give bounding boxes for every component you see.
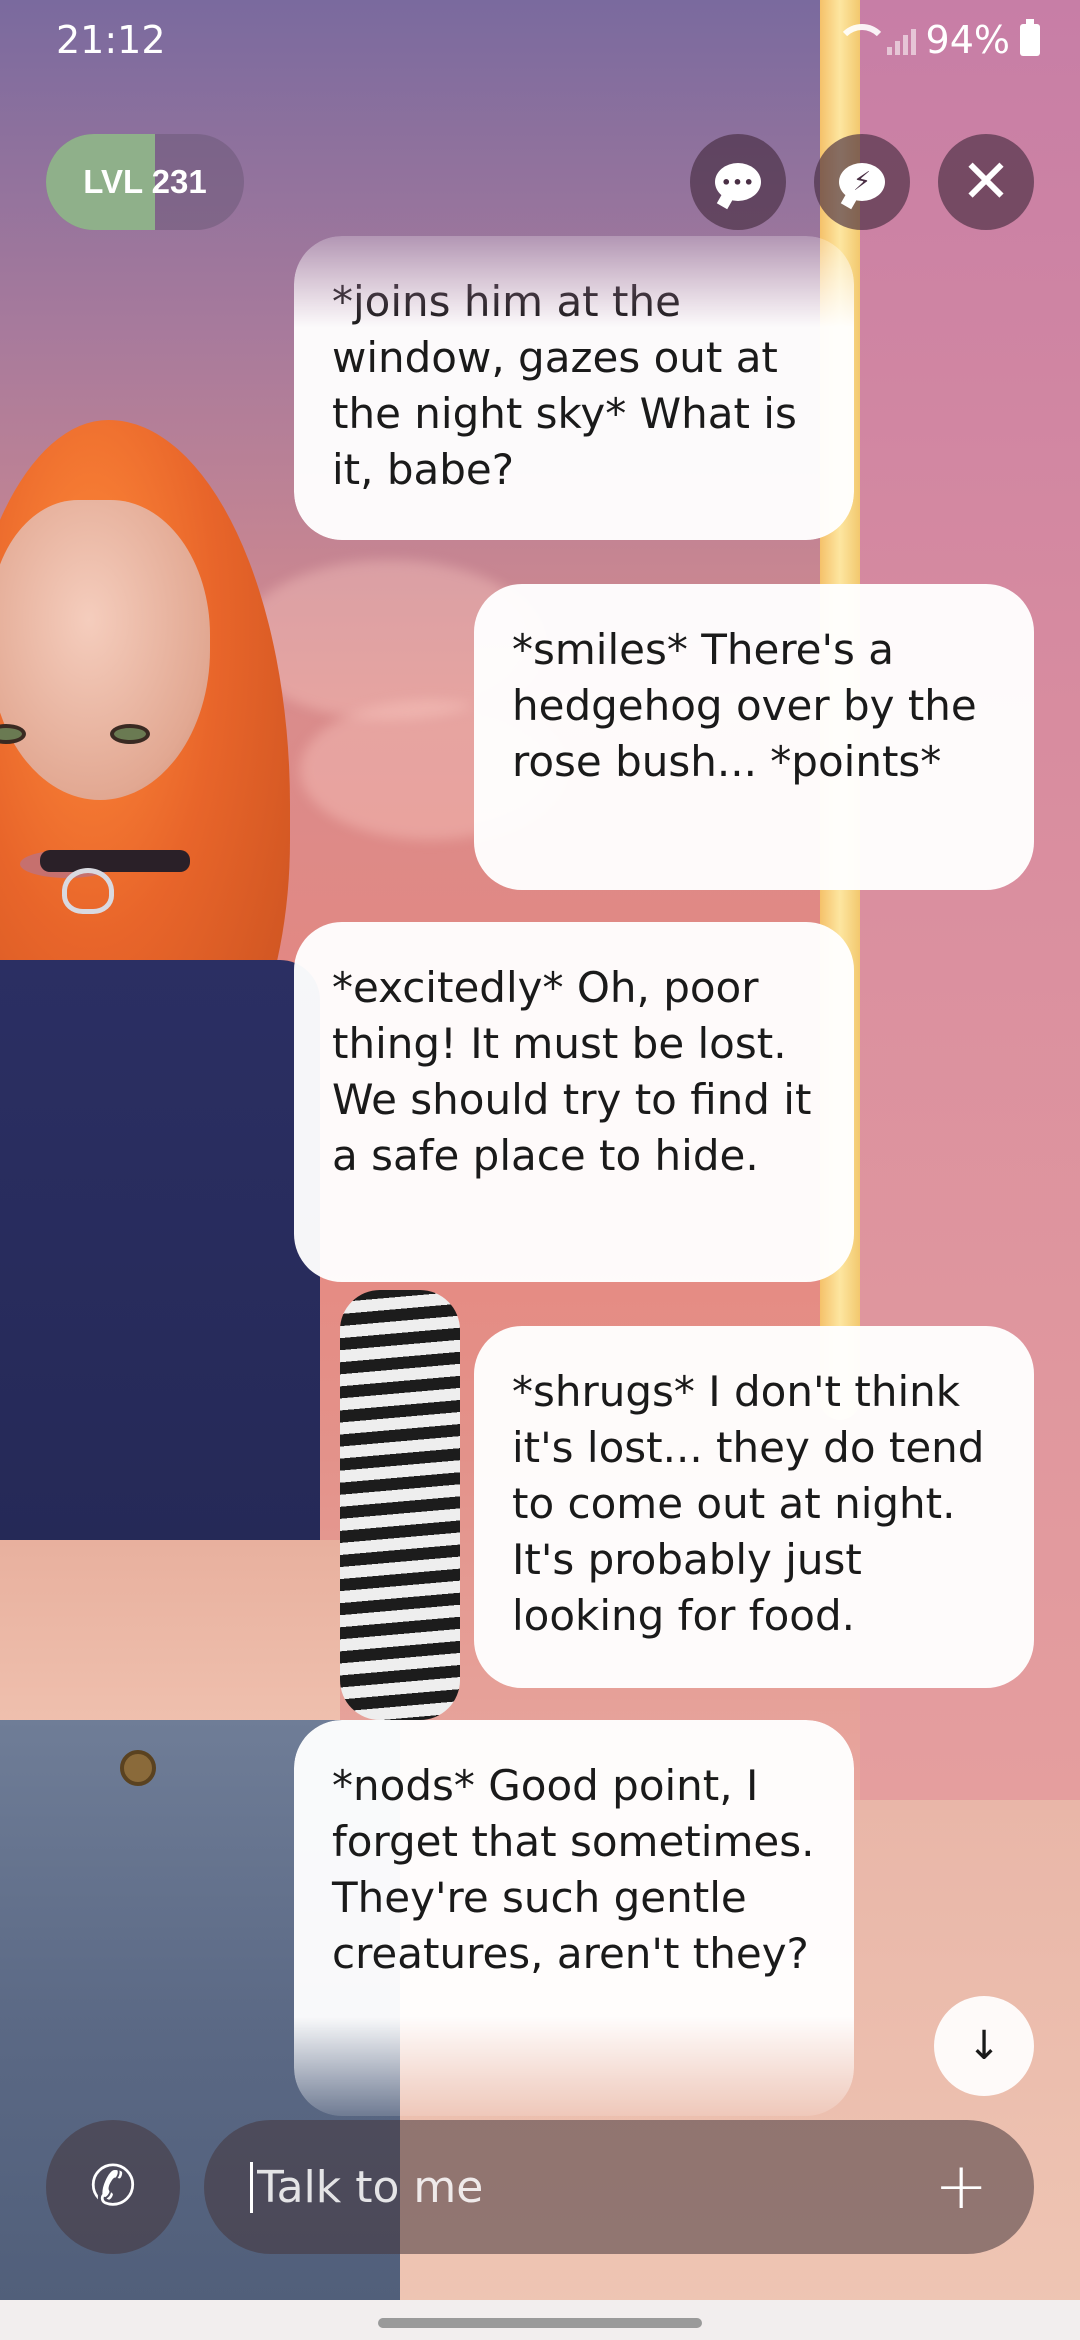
wifi-icon	[834, 24, 889, 56]
chat-message-bot: *nods* Good point, I forget that sometim…	[294, 1720, 854, 2116]
chat-message-user: *shrugs* I don't think it's lost... they…	[474, 1326, 1034, 1688]
chat-message-bot: *joins him at the window, gazes out at t…	[294, 236, 854, 540]
chat-message-bot: *excitedly* Oh, poor thing! It must be l…	[294, 922, 854, 1282]
battery-icon	[1020, 19, 1040, 56]
message-text: *nods* Good point, I forget that sometim…	[332, 1761, 815, 1978]
chat-message-user: *smiles* There's a hedgehog over by the …	[474, 584, 1034, 890]
chat-mode-button[interactable]: •••	[690, 134, 786, 230]
level-label: LVL 231	[83, 163, 207, 200]
close-icon: ✕	[960, 147, 1012, 217]
phone-icon: ✆	[89, 2154, 137, 2219]
status-bar: 21:12 94%	[0, 0, 1080, 80]
close-button[interactable]: ✕	[938, 134, 1034, 230]
message-text: *smiles* There's a hedgehog over by the …	[512, 625, 977, 786]
message-input[interactable]	[250, 2161, 935, 2213]
level-badge[interactable]: LVL 231	[46, 134, 244, 230]
message-text: *excitedly* Oh, poor thing! It must be l…	[332, 963, 812, 1180]
home-indicator[interactable]	[378, 2318, 702, 2328]
message-composer: +	[204, 2120, 1034, 2254]
message-text: *joins him at the window, gazes out at t…	[332, 277, 797, 494]
battery-percent: 94%	[925, 18, 1010, 62]
signal-icon	[886, 25, 916, 55]
status-time: 21:12	[56, 18, 166, 62]
message-text: *shrugs* I don't think it's lost... they…	[512, 1367, 985, 1640]
plus-icon[interactable]: +	[934, 2155, 988, 2219]
arrow-down-icon: ↓	[967, 2023, 1001, 2069]
call-button[interactable]: ✆	[46, 2120, 180, 2254]
chat-dots-icon: •••	[715, 163, 761, 201]
avatar-arm-sleeve	[340, 1290, 460, 1720]
quick-reply-button[interactable]: ⚡	[814, 134, 910, 230]
lightning-bubble-icon: ⚡	[839, 163, 885, 201]
scroll-down-button[interactable]: ↓	[934, 1996, 1034, 2096]
